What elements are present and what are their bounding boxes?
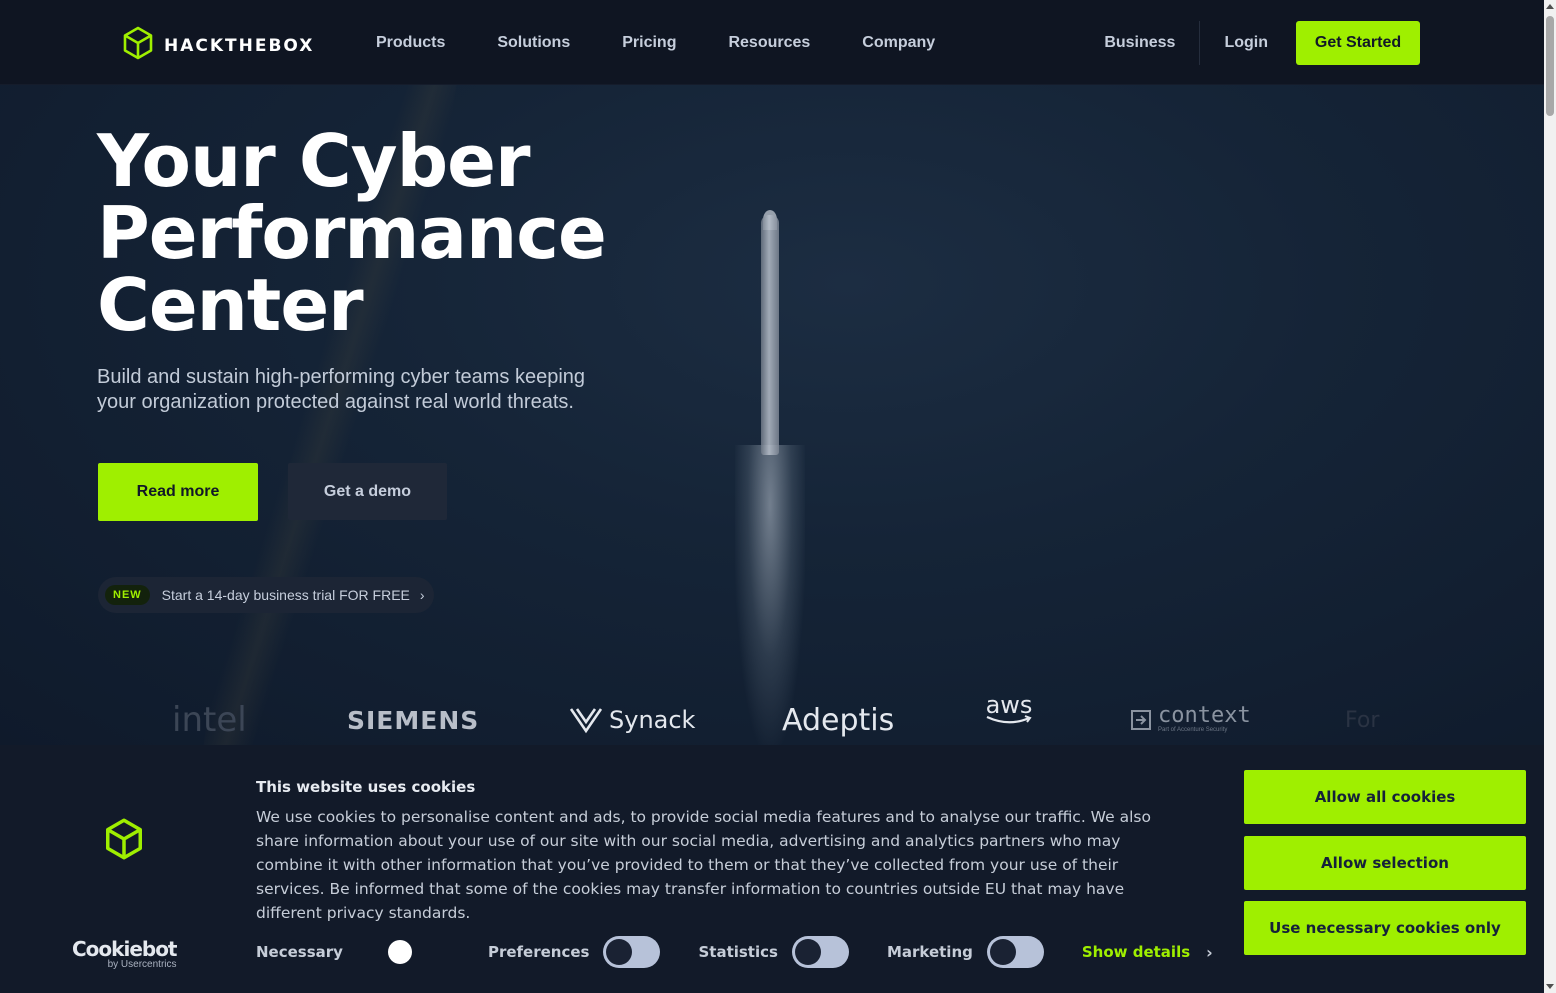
context-mark-icon [1131, 710, 1151, 730]
nav-resources[interactable]: Resources [728, 34, 810, 52]
aws-smile-icon [986, 715, 1032, 724]
chevron-right-icon: › [419, 587, 425, 603]
new-badge: NEW [105, 585, 150, 605]
toggle-marketing: Marketing [887, 936, 1082, 968]
cookiebot-name: Cookiebot [72, 937, 177, 961]
read-more-button[interactable]: Read more [98, 463, 258, 521]
nav-products[interactable]: Products [376, 34, 445, 52]
allow-all-cookies-button[interactable]: Allow all cookies [1244, 770, 1526, 824]
toggle-label: Preferences [487, 943, 590, 961]
show-details-label: Show details [1081, 943, 1191, 961]
toggle-label: Marketing [886, 943, 973, 961]
nav-company[interactable]: Company [862, 34, 935, 52]
context-wordmark-block: context Part of Accenture Security [1158, 703, 1251, 734]
hero-subtitle-line: Build and sustain high-performing cyber … [97, 366, 586, 388]
cube-logo-icon [104, 817, 144, 866]
business-trial-link[interactable]: NEW Start a 14-day business trial FOR FR… [98, 577, 434, 613]
hero-subtitle-line: your organization protected against real… [97, 391, 574, 413]
page-scrollbar[interactable] [1544, 0, 1556, 993]
aws-wordmark: aws [985, 691, 1033, 719]
show-details-link[interactable]: Show details › [1082, 943, 1213, 962]
context-subtitle: Part of Accenture Security [1158, 727, 1228, 733]
hero-title-line: Center [97, 263, 364, 347]
nav-login[interactable]: Login [1224, 34, 1268, 52]
allow-selection-button[interactable]: Allow selection [1244, 836, 1526, 890]
trial-text: Start a 14-day business trial FOR FREE [161, 587, 410, 603]
chevron-right-icon: › [1206, 942, 1213, 962]
get-started-button[interactable]: Get Started [1296, 20, 1420, 65]
nav-right: Business Login Get Started [1080, 0, 1420, 85]
synack-wordmark: Synack [609, 706, 696, 734]
hero-title-line: Performance [97, 191, 607, 275]
cookiebot-logo[interactable]: Cookiebot by Usercentrics [72, 937, 177, 970]
toggle-necessary: Necessary [256, 936, 488, 968]
scrollbar-thumb[interactable] [1546, 16, 1554, 116]
nav-pricing[interactable]: Pricing [622, 34, 676, 52]
hero-subtitle: Build and sustain high-performing cyber … [97, 365, 617, 415]
cube-logo-icon [122, 26, 154, 65]
marketing-switch[interactable] [986, 936, 1044, 968]
aws-logo: aws [985, 691, 1033, 745]
context-wordmark: context [1158, 703, 1251, 728]
top-navbar: HACKTHEBOX Products Solutions Pricing Re… [0, 0, 1544, 85]
scroll-up-icon[interactable] [1546, 4, 1554, 9]
brand-logo[interactable]: HACKTHEBOX [122, 26, 314, 65]
scroll-down-icon[interactable] [1546, 984, 1554, 989]
nav-solutions[interactable]: Solutions [497, 34, 570, 52]
synack-mark-icon [569, 708, 603, 734]
nav-links: Products Solutions Pricing Resources Com… [350, 0, 961, 85]
get-demo-button[interactable]: Get a demo [288, 463, 447, 520]
brand-name: HACKTHEBOX [164, 35, 315, 56]
hero-title: Your Cyber Performance Center [97, 119, 607, 347]
intel-logo: intel [172, 700, 247, 740]
cookie-description: We use cookies to personalise content an… [256, 808, 1151, 922]
synack-logo: Synack [569, 695, 695, 745]
page: HACKTHEBOX Products Solutions Pricing Re… [0, 0, 1544, 993]
necessary-cookies-only-button[interactable]: Use necessary cookies only [1244, 901, 1526, 955]
toggle-label: Statistics [698, 943, 778, 961]
cookie-toggles: Necessary Preferences Statistics Marketi… [256, 935, 1213, 969]
toggle-label: Necessary [256, 943, 343, 961]
partial-partner-logo: For [1345, 707, 1380, 733]
adeptis-logo: Adeptis [782, 702, 895, 738]
toggle-preferences: Preferences [488, 936, 699, 968]
necessary-switch [379, 936, 436, 968]
rocket-image [761, 215, 779, 455]
context-logo: context Part of Accenture Security [1130, 695, 1251, 745]
hero-section: Your Cyber Performance Center Build and … [0, 85, 1544, 745]
siemens-logo: SIEMENS [347, 705, 480, 735]
cookie-title: This website uses cookies [256, 778, 476, 796]
statistics-switch[interactable] [791, 936, 849, 968]
nav-business[interactable]: Business [1104, 34, 1175, 52]
cookie-banner: Cookiebot by Usercentrics This website u… [0, 745, 1544, 993]
nav-divider [1199, 20, 1201, 65]
toggle-statistics: Statistics [698, 936, 886, 968]
preferences-switch[interactable] [603, 936, 661, 968]
partner-logos: intel SIEMENS Synack Adeptis aws context… [0, 691, 1544, 745]
hero-title-line: Your Cyber [97, 119, 530, 203]
